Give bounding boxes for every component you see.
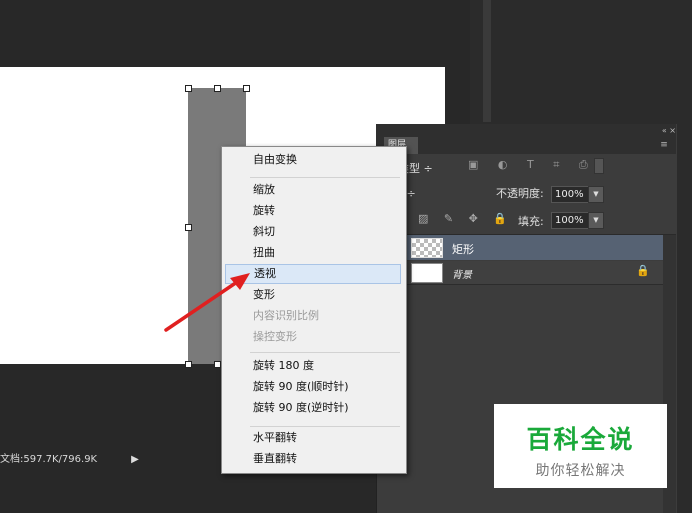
panel-title-bar [376,124,676,137]
menu-item[interactable]: 水平翻转 [225,428,401,448]
menu-item[interactable]: 自由变换 [225,150,401,170]
watermark-title: 百科全说 [526,425,635,454]
transform-handle-bottom-left[interactable] [185,361,192,368]
panel-tab-strip [376,137,676,154]
menu-separator [250,352,400,353]
fill-label: 填充: [518,215,544,228]
menu-item[interactable]: 扭曲 [225,243,401,263]
panel-dock-divider[interactable] [483,0,491,122]
red-pointer-arrow-icon [164,273,250,332]
transform-handle-top-center[interactable] [214,85,221,92]
filter-toggle-switch[interactable] [594,158,604,174]
transform-handle-top-left[interactable] [185,85,192,92]
menu-separator [250,177,400,178]
lock-options-icons[interactable]: ▨ ✎ ✥ 🔒 [418,212,513,225]
play-right-icon[interactable]: ▶ [126,452,144,468]
layer-thumbnail-transparent[interactable] [411,238,443,258]
panel-menu-icon[interactable]: ≡ [656,139,672,151]
lock-icon: 🔒 [636,264,650,277]
watermark-subtitle: 助你轻松解决 [535,463,626,479]
menu-item[interactable]: 垂直翻转 [225,449,401,469]
collapse-close-icon[interactable]: « × [640,124,676,137]
menu-item[interactable]: 斜切 [225,222,401,242]
menu-item[interactable]: 旋转 [225,201,401,221]
menu-item[interactable]: 旋转 90 度(顺时针) [225,377,401,397]
opacity-label: 不透明度: [496,187,544,200]
transform-handle-top-right[interactable] [243,85,250,92]
fill-dropdown-icon[interactable]: ▼ [588,212,604,229]
fill-input[interactable]: 100% [551,212,590,229]
filter-type-icons[interactable]: ▣ ◐ T ⌗ ⎙ [468,158,596,172]
layer-name[interactable]: 背景 [452,266,472,281]
menu-item[interactable]: 缩放 [225,180,401,200]
menu-item[interactable]: 旋转 90 度(逆时针) [225,398,401,418]
transform-handle-middle-left[interactable] [185,224,192,231]
layer-thumbnail-white[interactable] [411,263,443,283]
transform-handle-bottom-center[interactable] [214,361,221,368]
document-size-status: 文档:597.7K/796.9K [0,454,98,465]
opacity-input[interactable]: 100% [551,186,590,203]
opacity-dropdown-icon[interactable]: ▼ [588,186,604,203]
menu-item[interactable]: 旋转 180 度 [225,356,401,376]
menu-separator [250,426,400,427]
layer-name[interactable]: 矩形 [452,241,474,257]
